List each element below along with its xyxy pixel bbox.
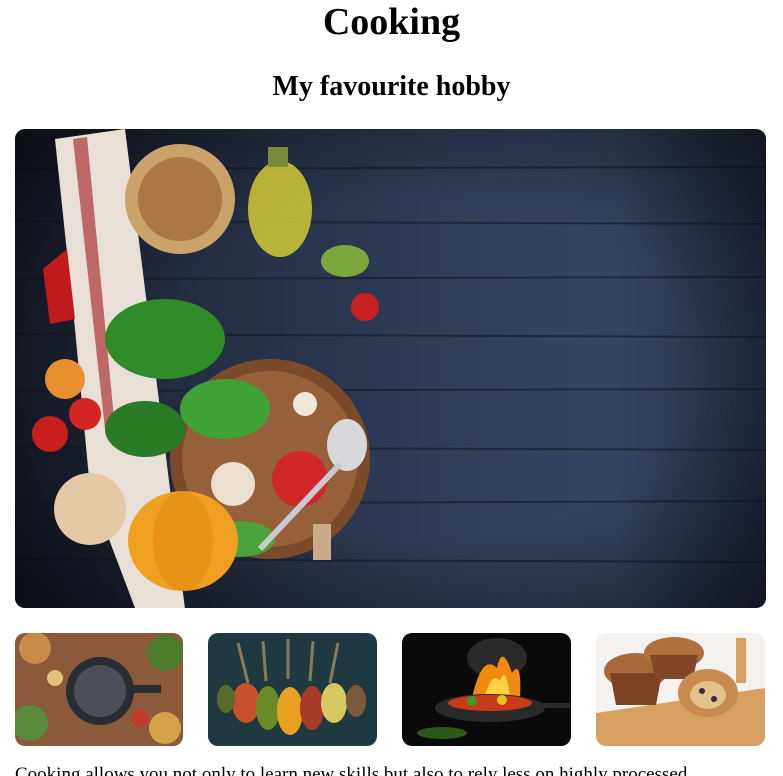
gallery-image-pot-spices [15, 633, 183, 746]
gallery-image-flaming-wok [402, 633, 571, 746]
page-subtitle: My favourite hobby [272, 71, 511, 102]
page: Cooking My favourite hobby Cooking allow… [0, 0, 783, 776]
page-title: Cooking [322, 1, 461, 43]
gallery-image-muffins [596, 633, 765, 746]
gallery-image-spice-spoons [208, 633, 377, 746]
hero-image [15, 129, 766, 608]
intro-paragraph: Cooking allows you not only to learn new… [15, 764, 688, 776]
